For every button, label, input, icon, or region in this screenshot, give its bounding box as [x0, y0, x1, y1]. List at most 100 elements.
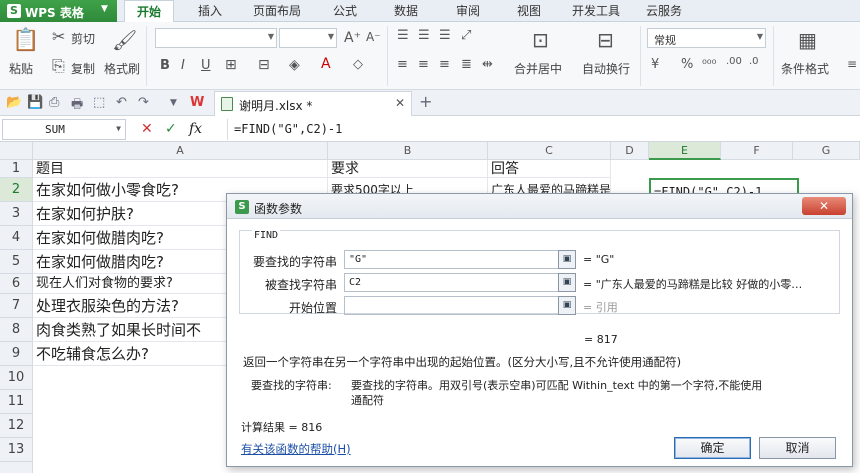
merge-center-icon[interactable]: ⊡ [532, 28, 549, 52]
row-header[interactable]: 7 [0, 294, 33, 318]
font-family-select[interactable]: ▼ [155, 28, 277, 48]
row-header[interactable]: 5 [0, 250, 33, 274]
paste-button[interactable]: 粘贴 [9, 60, 33, 77]
formula-input[interactable]: =FIND("G",C2)-1 [227, 119, 857, 140]
cancel-formula-icon[interactable]: ✕ [141, 121, 153, 137]
export-pdf-icon[interactable]: ⬚ [93, 95, 105, 110]
number-format-select[interactable]: 常规 ▼ [647, 28, 766, 48]
font-color-icon[interactable]: A [321, 56, 331, 72]
column-header-d[interactable]: D [611, 142, 649, 160]
thousands-icon[interactable]: ⁰⁰⁰ [702, 57, 716, 71]
row-header[interactable]: 2 [0, 178, 33, 202]
tab-insert[interactable]: 插入 [198, 0, 222, 22]
row-header[interactable]: 12 [0, 414, 33, 438]
merge-center-button[interactable]: 合并居中 [514, 60, 562, 77]
tab-formulas[interactable]: 公式 [333, 0, 357, 22]
cell-b1[interactable]: 要求 [328, 160, 488, 178]
wrap-text-button[interactable]: 自动换行 [582, 60, 630, 77]
align-top-icon[interactable]: ☰ [397, 28, 409, 43]
row-header[interactable]: 3 [0, 202, 33, 226]
copy-icon[interactable]: ⎘ [52, 56, 65, 76]
orientation-icon[interactable]: ⤢ [461, 28, 471, 43]
cell-a1[interactable]: 题目 [33, 160, 328, 178]
tab-developer[interactable]: 开发工具 [572, 0, 620, 22]
tab-home[interactable]: 开始 [124, 0, 175, 22]
currency-icon[interactable]: ¥ [651, 57, 659, 72]
dialog-close-button[interactable]: ✕ [802, 197, 846, 215]
tab-data[interactable]: 数据 [394, 0, 418, 22]
merge-cells-icon[interactable]: ⊟ [258, 57, 270, 73]
column-header-b[interactable]: B [328, 142, 488, 160]
underline-icon[interactable]: U [201, 58, 211, 73]
cancel-button[interactable]: 取消 [759, 437, 836, 459]
arg-input-start-num[interactable] [344, 296, 559, 315]
fill-color-icon[interactable]: ◈ [289, 57, 300, 73]
tab-page-layout[interactable]: 页面布局 [253, 0, 301, 22]
bold-icon[interactable]: B [160, 58, 170, 73]
copy-button[interactable]: 复制 [71, 60, 95, 77]
document-tab[interactable]: 谢明月.xlsx * ✕ [214, 91, 412, 116]
clear-format-icon[interactable]: ◇ [353, 57, 363, 72]
align-center-icon[interactable]: ≡ [418, 57, 429, 72]
collapse-dialog-icon[interactable]: ▣ [558, 273, 576, 292]
accept-formula-icon[interactable]: ✓ [165, 121, 177, 137]
increase-decimal-icon[interactable]: .00 [726, 56, 742, 67]
help-link[interactable]: 有关该函数的帮助(H) [241, 441, 351, 457]
column-header-a[interactable]: A [33, 142, 328, 160]
row-header[interactable]: 9 [0, 342, 33, 366]
new-tab-icon[interactable]: + [419, 92, 432, 111]
arg-input-find-text[interactable]: "G" [344, 250, 559, 269]
italic-icon[interactable]: I [181, 58, 185, 73]
customize-dropdown-icon[interactable]: ▼ [170, 98, 177, 108]
row-header[interactable]: 1 [0, 160, 33, 178]
dialog-title-bar[interactable]: S 函数参数 ✕ [227, 194, 852, 219]
collapse-dialog-icon[interactable]: ▣ [558, 296, 576, 315]
name-box[interactable]: SUM ▼ [2, 119, 126, 140]
save-icon[interactable]: 💾 [27, 95, 43, 110]
row-header[interactable]: 11 [0, 390, 33, 414]
insert-function-button[interactable]: fx [189, 121, 202, 137]
row-header[interactable]: 4 [0, 226, 33, 250]
justify-icon[interactable]: ≣ [461, 57, 472, 72]
cell-c1[interactable]: 回答 [488, 160, 611, 178]
app-menu-button[interactable]: S WPS 表格 ▼ [0, 0, 117, 22]
column-header-f[interactable]: F [721, 142, 793, 160]
arg-input-within-text[interactable]: C2 [344, 273, 559, 292]
collapse-dialog-icon[interactable]: ▣ [558, 250, 576, 269]
tab-cloud[interactable]: 云服务 [646, 0, 682, 22]
paste-icon[interactable]: 📋 [12, 28, 39, 53]
chevron-down-icon[interactable]: ▼ [116, 124, 121, 133]
format-painter-button[interactable]: 格式刷 [104, 60, 140, 77]
decrease-decimal-icon[interactable]: .0 [749, 56, 759, 67]
font-grow-icon[interactable]: A⁺ [344, 30, 361, 46]
row-header[interactable] [0, 462, 33, 473]
row-header[interactable]: 6 [0, 274, 33, 294]
font-size-select[interactable]: ▼ [279, 28, 337, 48]
percent-icon[interactable]: % [681, 57, 693, 72]
ok-button[interactable]: 确定 [674, 437, 751, 459]
select-all-corner[interactable] [0, 142, 33, 160]
row-header[interactable]: 8 [0, 318, 33, 342]
align-middle-icon[interactable]: ☰ [418, 28, 430, 43]
undo-icon[interactable]: ↶ [116, 95, 127, 110]
conditional-format-icon[interactable]: ▦ [798, 28, 817, 52]
column-header-e[interactable]: E [649, 142, 721, 160]
align-right-icon[interactable]: ≡ [439, 57, 450, 72]
print-preview-icon[interactable]: ⎙ [49, 95, 59, 110]
open-icon[interactable]: 📂 [6, 95, 22, 110]
align-left-icon[interactable]: ≡ [397, 57, 408, 72]
column-header-c[interactable]: C [488, 142, 611, 160]
border-icon[interactable]: ⊞ [225, 57, 237, 73]
close-tab-icon[interactable]: ✕ [395, 96, 405, 110]
more-icon[interactable]: ≡ [847, 57, 857, 71]
redo-icon[interactable]: ↷ [138, 95, 149, 110]
distribute-icon[interactable]: ⇹ [482, 57, 493, 72]
font-shrink-icon[interactable]: A⁻ [366, 30, 381, 44]
row-header[interactable]: 10 [0, 366, 33, 390]
brush-icon[interactable]: 🖌 [112, 28, 137, 52]
conditional-format-button[interactable]: 条件格式 [781, 60, 829, 77]
align-bottom-icon[interactable]: ☰ [439, 28, 451, 43]
row-header[interactable]: 13 [0, 438, 33, 462]
tab-review[interactable]: 审阅 [456, 0, 480, 22]
wrap-text-icon[interactable]: ⊟ [597, 28, 614, 52]
